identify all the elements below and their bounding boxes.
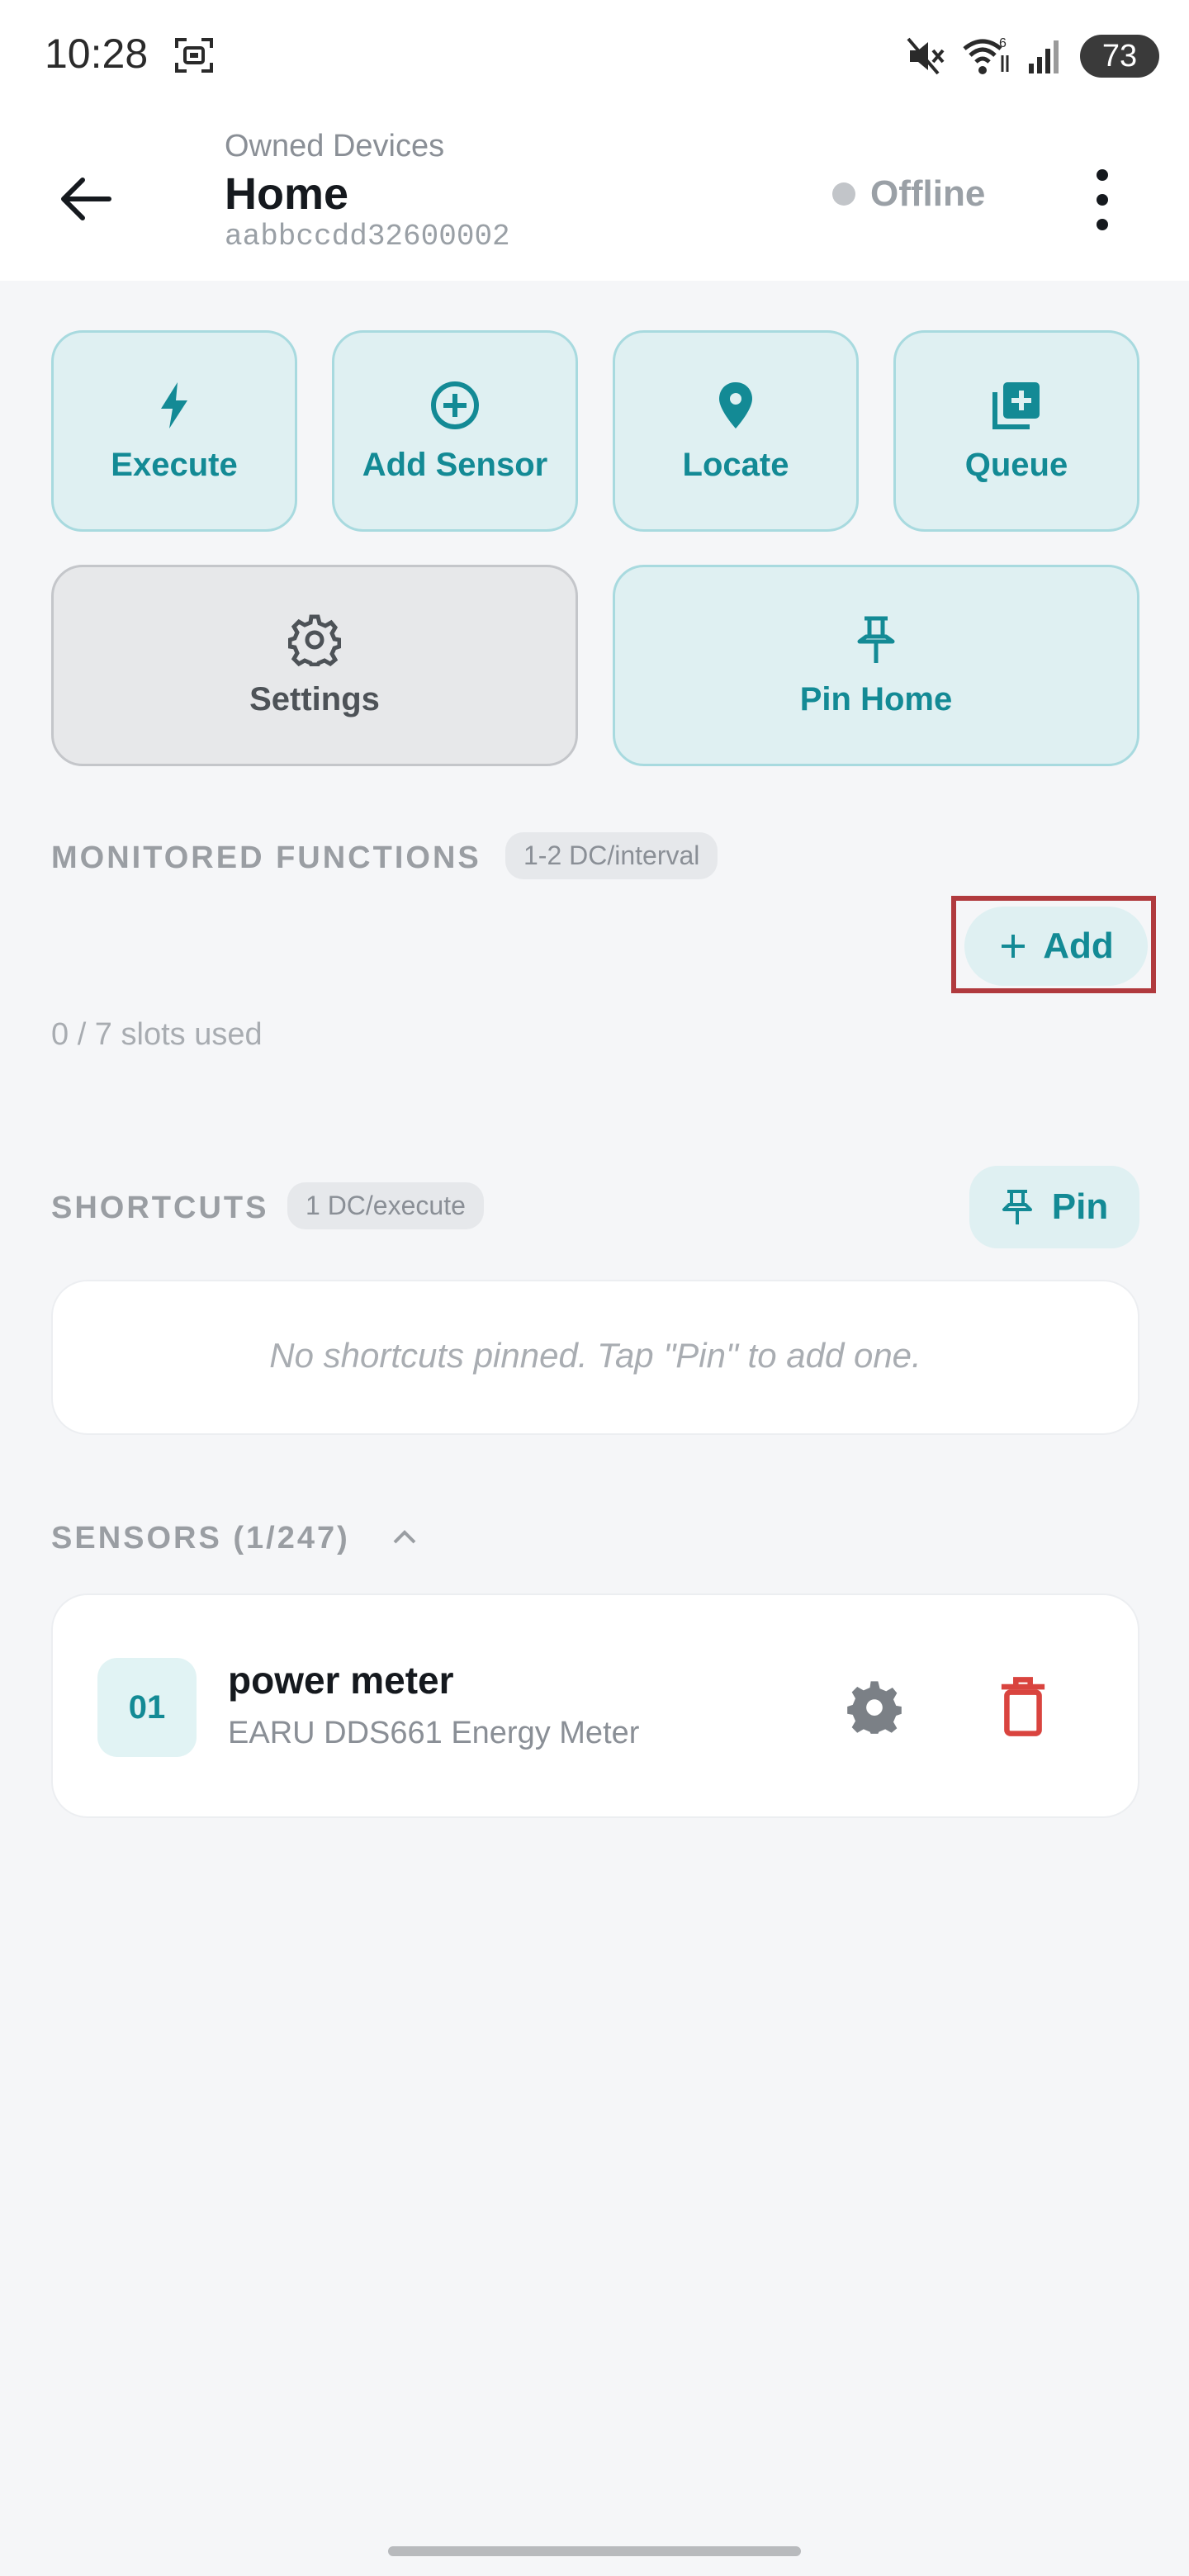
pin-home-button[interactable]: Pin Home [613,565,1139,766]
battery-level: 73 [1101,38,1138,73]
queue-add-icon [992,381,1040,429]
pin-home-label: Pin Home [799,680,953,717]
settings-label: Settings [249,680,380,717]
status-time: 10:28 [45,31,149,77]
bolt-icon [161,381,187,429]
location-pin-icon [719,381,752,429]
status-text: Offline [870,173,986,214]
breadcrumb[interactable]: Owned Devices [225,129,444,164]
sensor-settings-gear-icon[interactable] [846,1678,903,1735]
back-arrow-icon[interactable] [50,162,124,236]
screenshot-icon [175,38,213,73]
pushpin-icon [1002,1190,1032,1224]
signal-icon [1029,40,1059,73]
queue-label: Queue [964,446,1068,483]
add-sensor-button[interactable]: Add Sensor [332,330,578,532]
locate-label: Locate [682,446,789,483]
battery-icon: 73 [1080,35,1159,78]
pin-shortcut-button[interactable]: Pin [969,1166,1139,1248]
highlight-box [951,896,1156,993]
sensor-model: EARU DDS661 Energy Meter [228,1716,640,1750]
signal-badge: 6 [999,36,1007,50]
shortcuts-heading: SHORTCUTS [51,1191,269,1225]
gear-icon [288,614,341,666]
wifi-icon: 6 [963,36,1009,74]
chevron-up-icon[interactable] [388,1524,421,1549]
home-indicator[interactable] [388,2546,801,2556]
shortcuts-empty-text: No shortcuts pinned. Tap "Pin" to add on… [269,1336,921,1375]
page-title: Home [225,169,349,219]
sensor-card[interactable]: 01 power meter EARU DDS661 Energy Meter [51,1593,1139,1818]
queue-button[interactable]: Queue [893,330,1139,532]
sensor-name: power meter [228,1659,454,1702]
device-id: aabbccdd32600002 [225,220,510,253]
delete-trash-icon[interactable] [994,1676,1052,1737]
more-vert-icon[interactable] [1082,159,1123,241]
pushpin-icon [857,616,895,663]
app-header: Owned Devices Home aabbccdd32600002 Offl… [0,112,1189,281]
monitored-cost-badge: 1-2 DC/interval [505,832,718,879]
shortcuts-empty-card: No shortcuts pinned. Tap "Pin" to add on… [51,1280,1139,1435]
sensor-number-badge: 01 [97,1658,197,1757]
execute-label: Execute [111,446,238,483]
sensors-heading[interactable]: SENSORS (1/247) [51,1521,350,1556]
slots-used-text: 0 / 7 slots used [51,1017,263,1052]
shortcuts-cost-badge: 1 DC/execute [287,1182,484,1229]
status-badge: Offline [832,173,985,215]
status-dot-icon [832,182,855,206]
locate-button[interactable]: Locate [613,330,859,532]
settings-button[interactable]: Settings [51,565,578,766]
execute-button[interactable]: Execute [51,330,297,532]
status-bar: 10:28 6 73 [0,0,1189,112]
monitored-functions-heading: MONITORED FUNCTIONS [51,841,481,875]
mute-icon [907,37,945,75]
pin-label: Pin [1051,1186,1109,1227]
add-circle-icon [431,381,479,429]
add-sensor-label: Add Sensor [362,446,548,483]
